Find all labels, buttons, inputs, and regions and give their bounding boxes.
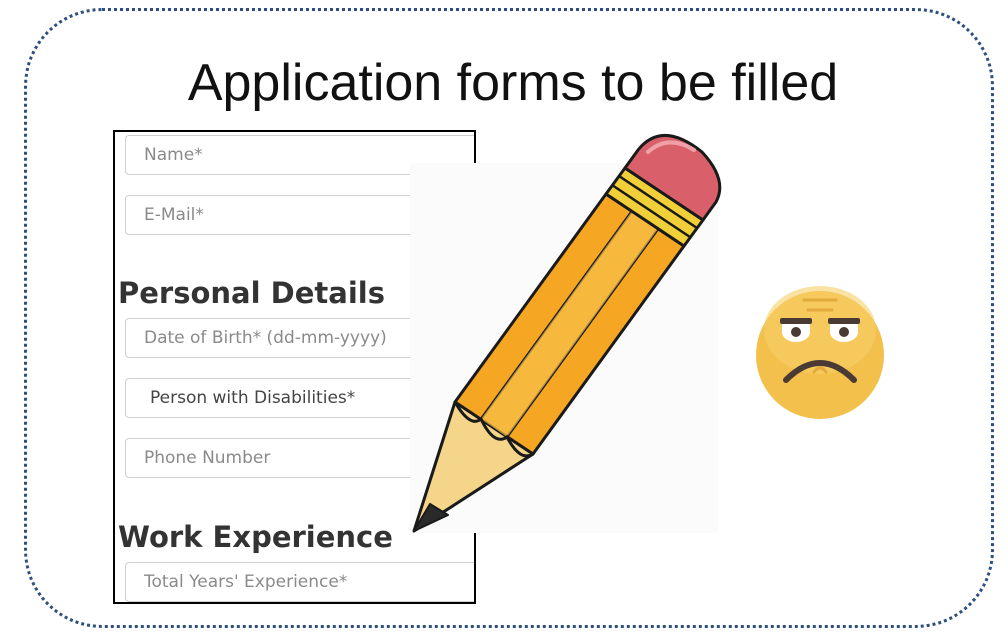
phone-number-field[interactable]: Phone Number — [125, 438, 474, 478]
work-experience-heading: Work Experience — [118, 520, 393, 554]
email-field[interactable]: E-Mail* — [125, 195, 474, 235]
application-form-screenshot: Name* E-Mail* Personal Details Date of B… — [113, 130, 476, 604]
slide-title: Application forms to be filled — [187, 54, 839, 112]
name-field[interactable]: Name* — [125, 135, 474, 175]
disability-select[interactable]: Person with Disabilities* — [125, 378, 474, 418]
date-of-birth-field[interactable]: Date of Birth* (dd-mm-yyyy) — [125, 318, 474, 358]
personal-details-heading: Personal Details — [118, 276, 385, 310]
total-experience-field[interactable]: Total Years' Experience* — [125, 562, 474, 602]
